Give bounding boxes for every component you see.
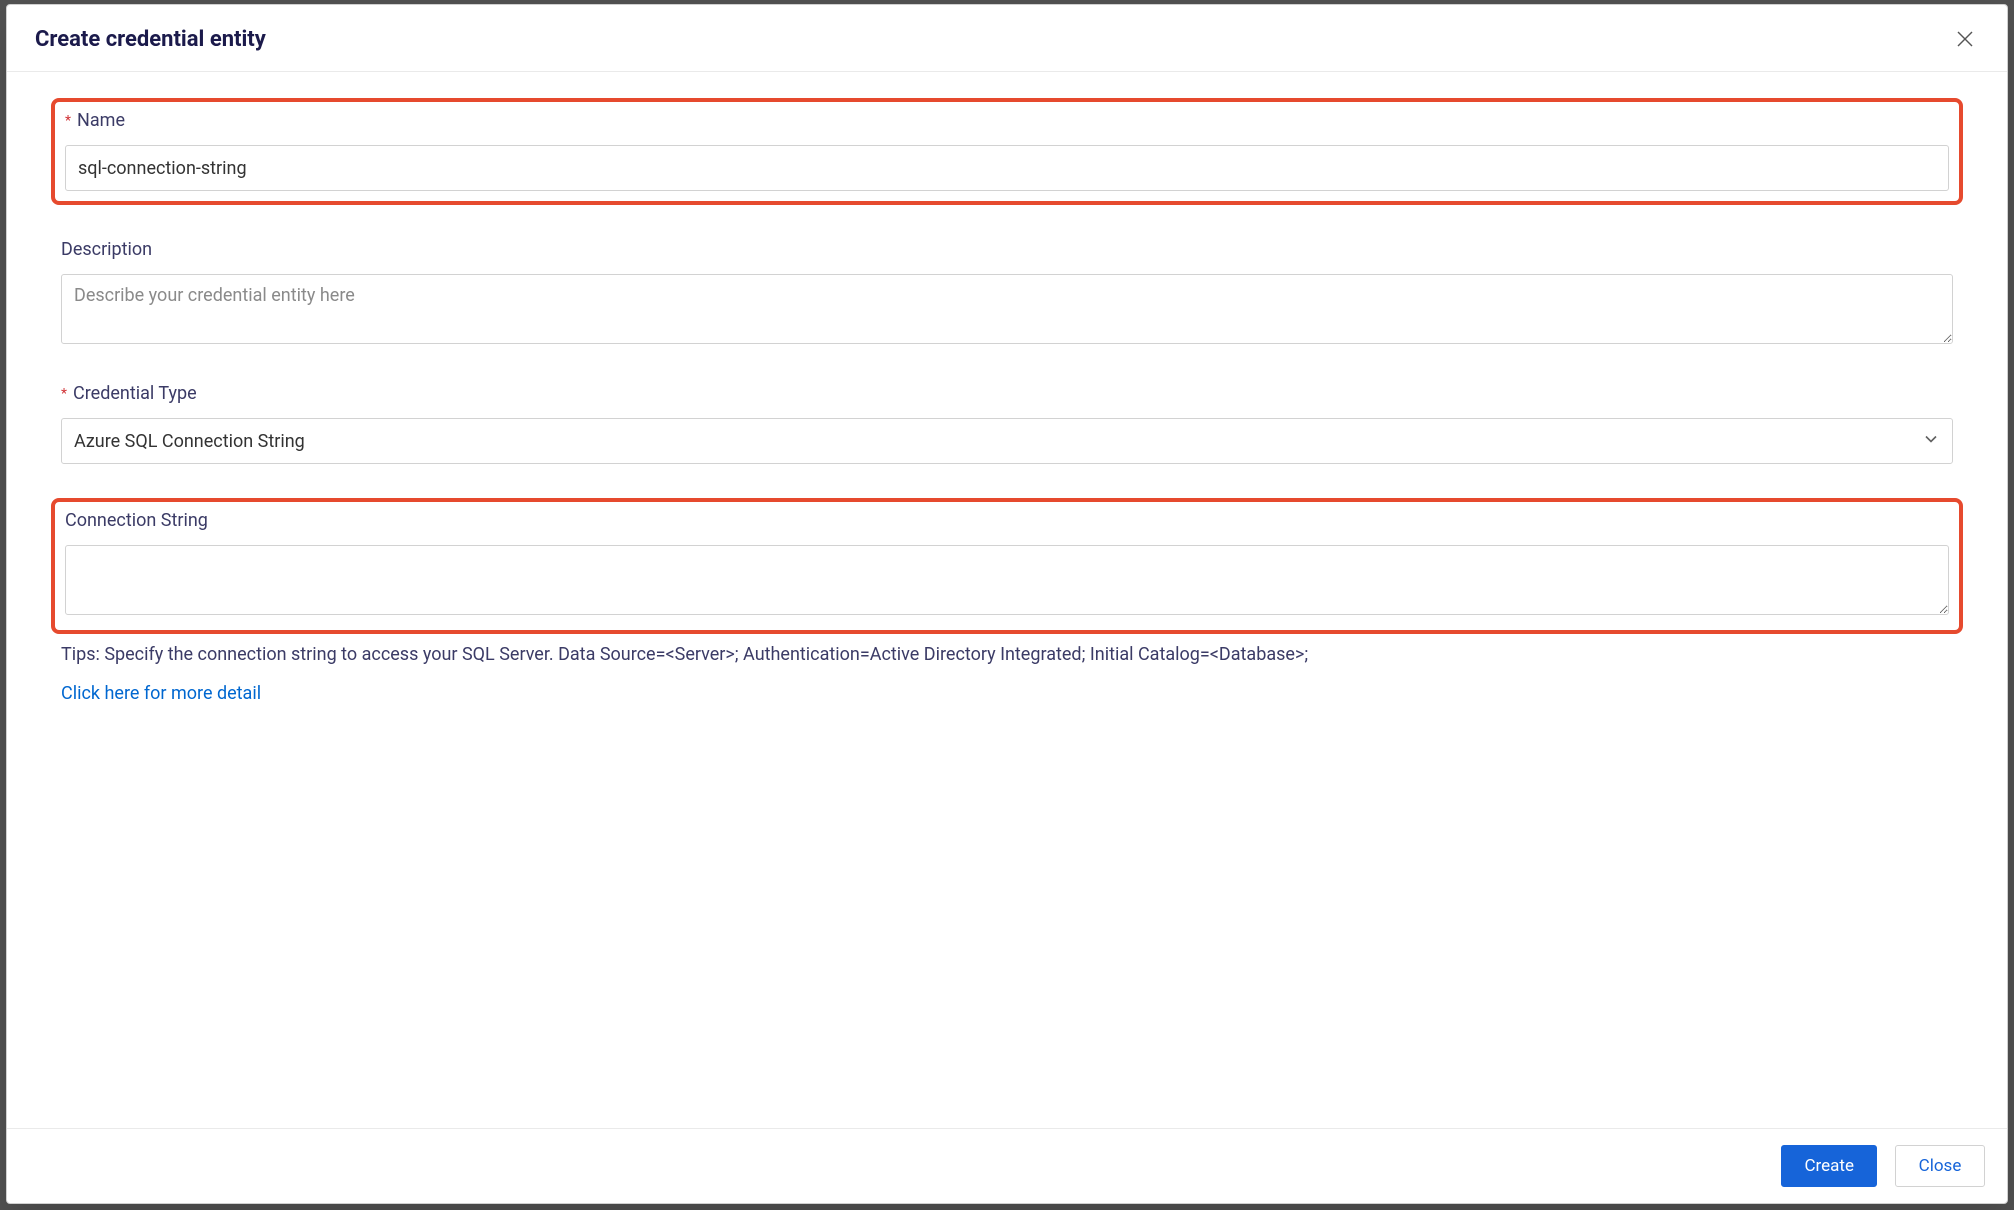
connection-string-label: Connection String [65,510,1953,531]
description-label: Description [61,239,1953,260]
credential-type-select-wrap: Azure SQL Connection String [61,418,1953,464]
create-button[interactable]: Create [1781,1145,1877,1187]
connection-string-field-group: Connection String [51,498,1963,634]
description-field-group: Description [61,239,1953,349]
credential-type-field-group: * Credential Type Azure SQL Connection St… [61,383,1953,464]
tips-text: Tips: Specify the connection string to a… [61,644,1953,665]
close-icon[interactable] [1951,25,1979,53]
modal-header: Create credential entity [7,5,2007,72]
credential-type-label-text: Credential Type [73,383,197,404]
name-label: * Name [65,110,1953,131]
name-field-group: * Name [51,98,1963,205]
credential-type-select[interactable]: Azure SQL Connection String [61,418,1953,464]
name-input[interactable] [65,145,1949,191]
modal-body: * Name Description * Credential Type Azure… [7,72,2007,1128]
close-button[interactable]: Close [1895,1145,1985,1187]
credential-type-label: * Credential Type [61,383,1953,404]
modal-footer: Create Close [7,1128,2007,1203]
connection-string-input[interactable] [65,545,1949,615]
more-detail-link[interactable]: Click here for more detail [61,683,261,704]
credential-type-selected-value: Azure SQL Connection String [74,431,305,452]
required-asterisk-icon: * [61,386,67,402]
create-credential-modal: Create credential entity * Name Descripti… [6,4,2008,1204]
name-label-text: Name [77,110,125,131]
description-input[interactable] [61,274,1953,344]
modal-title: Create credential entity [35,27,266,52]
required-asterisk-icon: * [65,113,71,129]
